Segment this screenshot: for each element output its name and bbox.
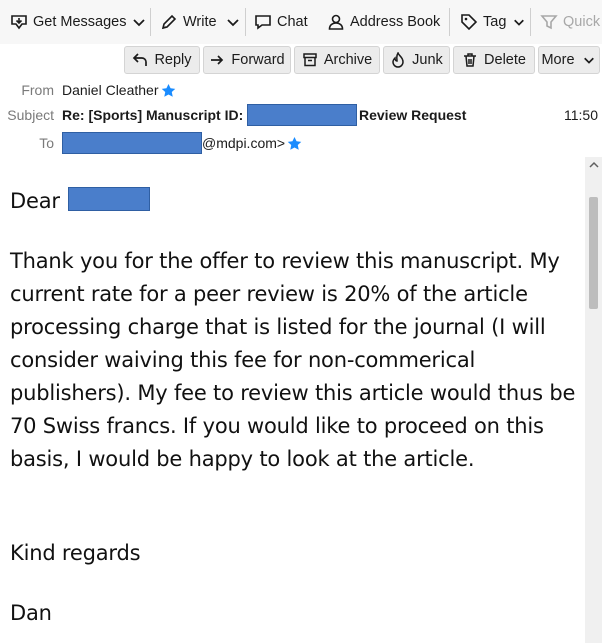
forward-label: Forward <box>231 52 285 68</box>
person-icon <box>327 13 345 31</box>
chat-button[interactable]: Chat <box>254 0 308 44</box>
chevron-down-icon <box>510 13 528 31</box>
recipient-address: @mdpi.com> <box>202 135 286 151</box>
from-row: From Daniel Cleather <box>0 79 602 101</box>
scrollbar-thumb[interactable] <box>589 197 598 309</box>
pencil-icon <box>160 13 178 31</box>
quick-filter-button[interactable]: Quick <box>540 0 600 44</box>
to-row: To @mdpi.com> <box>0 132 602 154</box>
redacted-recipient-name <box>68 187 150 211</box>
junk-label: Junk <box>412 52 443 68</box>
address-book-label: Address Book <box>350 14 441 30</box>
delete-button[interactable]: Delete <box>453 46 535 74</box>
get-messages-label: Get Messages <box>33 14 127 30</box>
archive-box-icon <box>302 52 318 68</box>
toolbar-divider <box>530 8 531 36</box>
greeting: Dear <box>10 189 60 213</box>
address-book-button[interactable]: Address Book <box>327 0 440 44</box>
junk-button[interactable]: Junk <box>383 46 450 74</box>
subject-prefix: Re: [Sports] Manuscript ID: <box>62 107 244 123</box>
flame-icon <box>390 52 406 68</box>
star-icon[interactable] <box>161 83 176 98</box>
subject-row: Subject Re: [Sports] Manuscript ID: Revi… <box>0 104 602 126</box>
reply-label: Reply <box>154 52 192 68</box>
sender-name: Daniel Cleather <box>62 82 159 98</box>
recipient[interactable]: @mdpi.com> <box>202 135 302 151</box>
toolbar-divider <box>449 8 450 36</box>
main-toolbar: Get Messages Write Chat Address Book Tag… <box>0 0 602 45</box>
download-icon <box>10 13 28 31</box>
subject-label: Subject <box>7 107 54 123</box>
star-icon[interactable] <box>287 136 302 151</box>
reply-button[interactable]: Reply <box>124 46 200 74</box>
write-dropdown[interactable] <box>224 0 247 44</box>
trash-icon <box>462 52 478 68</box>
write-label: Write <box>183 14 217 30</box>
archive-button[interactable]: Archive <box>294 46 380 74</box>
closing: Kind regards <box>10 541 141 565</box>
chevron-down-icon <box>224 13 242 31</box>
get-messages-button[interactable]: Get Messages <box>10 0 127 44</box>
reply-arrow-icon <box>132 52 148 68</box>
tag-label: Tag <box>483 14 507 30</box>
scroll-up-arrow-icon[interactable] <box>585 157 602 173</box>
message-time: 11:50 <box>564 107 598 123</box>
message-header: Reply Forward Archive Junk Delete More F… <box>0 44 602 156</box>
more-button[interactable]: More <box>538 46 600 74</box>
signature: Dan <box>10 601 52 625</box>
to-label: To <box>39 135 54 151</box>
delete-label: Delete <box>484 52 526 68</box>
archive-label: Archive <box>323 52 373 68</box>
filter-icon <box>540 13 558 31</box>
chevron-down-icon <box>130 13 148 31</box>
more-label: More <box>541 52 575 68</box>
chat-bubble-icon <box>254 13 272 31</box>
sender[interactable]: Daniel Cleather <box>62 82 176 98</box>
toolbar-divider <box>245 8 246 36</box>
write-button[interactable]: Write <box>160 0 217 44</box>
redacted-recipient <box>62 132 202 154</box>
message-body: Dear Thank you for the offer to review t… <box>0 157 584 643</box>
from-label: From <box>21 82 54 98</box>
scrollbar[interactable] <box>585 157 602 643</box>
subject-suffix: Review Request <box>359 107 467 123</box>
body-paragraph: Thank you for the offer to review this m… <box>10 249 576 471</box>
forward-arrow-icon <box>209 52 225 68</box>
forward-button[interactable]: Forward <box>203 46 291 74</box>
chat-label: Chat <box>277 14 308 30</box>
toolbar-divider <box>150 8 151 36</box>
tag-button[interactable]: Tag <box>460 0 528 44</box>
chevron-down-icon <box>581 52 597 68</box>
tag-icon <box>460 13 478 31</box>
quick-filter-label: Quick <box>563 14 601 30</box>
redacted-manuscript-id <box>247 104 357 126</box>
